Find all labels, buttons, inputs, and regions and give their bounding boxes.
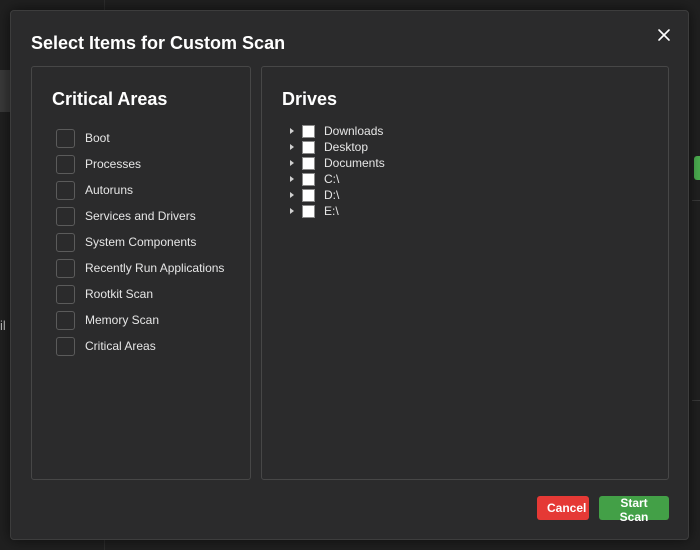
expand-arrow-icon[interactable] xyxy=(290,144,294,150)
checkbox[interactable] xyxy=(56,336,75,356)
tree-item-drive-c[interactable]: C:\ xyxy=(290,171,385,187)
drives-panel: Drives Downloads Desktop Documents C:\ D… xyxy=(261,66,669,480)
checkbox[interactable] xyxy=(302,124,315,138)
critical-area-item-memory-scan[interactable]: Memory Scan xyxy=(56,307,224,333)
checkbox[interactable] xyxy=(56,258,75,278)
checkbox-label: System Components xyxy=(85,235,197,249)
checkbox-label: Recently Run Applications xyxy=(85,261,225,275)
critical-area-item-autoruns[interactable]: Autoruns xyxy=(56,177,224,203)
tree-item-label: Desktop xyxy=(324,140,369,154)
custom-scan-dialog: Select Items for Custom Scan Critical Ar… xyxy=(10,10,689,540)
checkbox-label: Processes xyxy=(85,157,142,171)
checkbox-label: Autoruns xyxy=(85,183,134,197)
checkbox[interactable] xyxy=(56,310,75,330)
expand-arrow-icon[interactable] xyxy=(290,128,294,134)
critical-area-item-critical-areas[interactable]: Critical Areas xyxy=(56,333,224,359)
critical-areas-list: Boot Processes Autoruns Services and Dri… xyxy=(56,125,224,359)
cancel-button[interactable]: Cancel xyxy=(537,496,589,520)
tree-item-label: C:\ xyxy=(324,172,340,186)
checkbox[interactable] xyxy=(302,204,315,218)
checkbox[interactable] xyxy=(56,206,75,226)
tree-item-label: Documents xyxy=(324,156,385,170)
checkbox-label: Critical Areas xyxy=(85,339,156,353)
checkbox[interactable] xyxy=(56,180,75,200)
checkbox[interactable] xyxy=(302,156,315,170)
critical-areas-title: Critical Areas xyxy=(52,89,168,109)
expand-arrow-icon[interactable] xyxy=(290,208,294,214)
tree-item-downloads[interactable]: Downloads xyxy=(290,123,385,139)
expand-arrow-icon[interactable] xyxy=(290,160,294,166)
background-green-button xyxy=(694,156,700,180)
close-button[interactable] xyxy=(654,25,674,45)
tree-item-drive-e[interactable]: E:\ xyxy=(290,203,385,219)
critical-areas-panel: Critical Areas Boot Processes Autoruns S… xyxy=(31,66,251,480)
close-icon xyxy=(658,29,670,41)
expand-arrow-icon[interactable] xyxy=(290,192,294,198)
tree-item-documents[interactable]: Documents xyxy=(290,155,385,171)
tree-item-label: E:\ xyxy=(324,204,339,218)
tree-item-label: Downloads xyxy=(324,124,384,138)
checkbox[interactable] xyxy=(302,172,315,186)
critical-area-item-rootkit-scan[interactable]: Rootkit Scan xyxy=(56,281,224,307)
critical-area-item-services-drivers[interactable]: Services and Drivers xyxy=(56,203,224,229)
checkbox-label: Rootkit Scan xyxy=(85,287,154,301)
tree-item-drive-d[interactable]: D:\ xyxy=(290,187,385,203)
checkbox-label: Services and Drivers xyxy=(85,209,196,223)
checkbox[interactable] xyxy=(302,140,315,154)
checkbox[interactable] xyxy=(302,188,315,202)
checkbox[interactable] xyxy=(56,128,75,148)
expand-arrow-icon[interactable] xyxy=(290,176,294,182)
critical-area-item-boot[interactable]: Boot xyxy=(56,125,224,151)
checkbox-label: Memory Scan xyxy=(85,313,160,327)
critical-area-item-recently-run[interactable]: Recently Run Applications xyxy=(56,255,224,281)
critical-area-item-processes[interactable]: Processes xyxy=(56,151,224,177)
start-scan-button[interactable]: Start Scan xyxy=(599,496,669,524)
checkbox[interactable] xyxy=(56,284,75,304)
critical-area-item-system-components[interactable]: System Components xyxy=(56,229,224,255)
checkbox[interactable] xyxy=(56,154,75,174)
checkbox[interactable] xyxy=(56,232,75,252)
drives-tree: Downloads Desktop Documents C:\ D:\ E:\ xyxy=(290,123,385,219)
drives-title: Drives xyxy=(282,89,338,109)
checkbox-label: Boot xyxy=(85,131,110,145)
background-divider-line xyxy=(692,200,700,201)
background-text-fragment: il xyxy=(0,318,6,333)
background-divider-line xyxy=(692,400,700,401)
tree-item-label: D:\ xyxy=(324,188,340,202)
dialog-title: Select Items for Custom Scan xyxy=(31,33,286,53)
tree-item-desktop[interactable]: Desktop xyxy=(290,139,385,155)
